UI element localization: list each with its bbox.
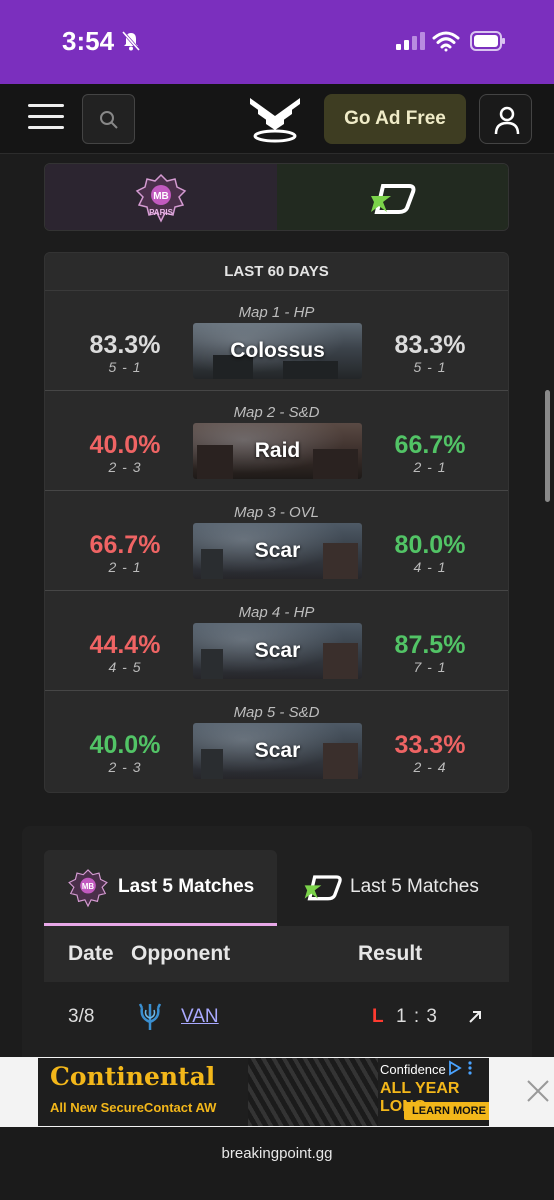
ad-confidence: Confidence	[380, 1062, 446, 1077]
mb-paris-team-logo: MB PARIS	[135, 173, 187, 223]
left-record: 2 - 3	[108, 459, 142, 475]
account-button[interactable]	[479, 94, 532, 144]
tab-label: Last 5 Matches	[118, 876, 255, 897]
map-name: Scar	[254, 739, 301, 762]
col-opponent: Opponent	[131, 942, 231, 965]
status-time: 3:54	[62, 26, 115, 56]
svg-text:MB: MB	[82, 882, 95, 891]
menu-icon[interactable]	[28, 104, 64, 132]
left-win-pct: 83.3%	[89, 331, 161, 359]
open-arrow-icon[interactable]	[468, 1010, 482, 1024]
url-text: breakingpoint.gg	[221, 1145, 333, 1162]
mb-paris-team-logo: MB	[68, 869, 108, 908]
breakingpoint-logo[interactable]	[246, 94, 304, 144]
map-slot-label: Map 4 - HP	[238, 604, 315, 621]
optic-team-logo	[304, 875, 342, 901]
team-right-tab[interactable]	[277, 164, 508, 230]
map-row: Map 3 - OVL 66.7% 2 - 1 Scar 80.0% 4 - 1	[45, 491, 508, 591]
tab-right-last-matches[interactable]: Last 5 Matches	[277, 850, 509, 926]
right-win-pct: 66.7%	[394, 431, 466, 459]
map-thumbnail: Scar	[193, 523, 362, 579]
go-ad-free-button[interactable]: Go Ad Free	[324, 94, 466, 144]
optic-team-logo	[371, 184, 416, 214]
right-record: 7 - 1	[413, 659, 447, 675]
map-name: Raid	[254, 439, 301, 462]
ad-close-icon[interactable]	[523, 1076, 553, 1106]
left-record: 2 - 3	[108, 759, 142, 775]
right-win-pct: 80.0%	[394, 531, 466, 559]
tire-image	[248, 1058, 378, 1126]
left-win-pct: 40.0%	[89, 431, 161, 459]
map-name: Scar	[254, 539, 301, 562]
left-record: 5 - 1	[108, 359, 142, 375]
map-row: Map 2 - S&D 40.0% 2 - 3 Raid 66.7% 2 - 1	[45, 391, 508, 491]
map-thumbnail: Colossus	[193, 323, 362, 379]
panel-title: LAST 60 DAYS	[45, 253, 508, 291]
status-bar: 3:54	[0, 0, 554, 84]
tab-left-last-matches[interactable]: MB Last 5 Matches	[44, 850, 277, 926]
team-left-tab[interactable]: MB PARIS	[45, 164, 277, 230]
matches-table-header: Date Opponent Result	[44, 926, 509, 982]
cellular-signal-icon	[396, 32, 425, 50]
left-win-pct: 44.4%	[89, 631, 161, 659]
bell-muted-icon	[121, 31, 141, 51]
ad-banner[interactable]: Continental All New SecureContact AW Con…	[38, 1058, 489, 1126]
page-scrollbar[interactable]	[545, 390, 550, 502]
map-name: Scar	[254, 639, 301, 662]
map-row: Map 4 - HP 44.4% 4 - 5 Scar 87.5% 7 - 1	[45, 591, 508, 691]
map-slot-label: Map 5 - S&D	[233, 704, 320, 721]
right-win-pct: 83.3%	[394, 331, 466, 359]
left-record: 2 - 1	[108, 559, 142, 575]
map-row: Map 5 - S&D 40.0% 2 - 3 Scar 33.3% 2 - 4	[45, 691, 508, 791]
browser-url-bar[interactable]: breakingpoint.gg	[0, 1127, 554, 1200]
team-header: MB PARIS	[44, 163, 509, 231]
left-win-pct: 66.7%	[89, 531, 161, 559]
table-row: 3/8 VAN L 1 : 3	[44, 990, 509, 1046]
map-thumbnail: Scar	[193, 623, 362, 679]
page: 3:54 Go Ad Free MB PARIS LAST 60 DAYS Ma…	[0, 0, 554, 1200]
user-icon	[494, 106, 520, 135]
matches-tabs: MB Last 5 Matches Last 5 Matches	[44, 850, 509, 926]
ad-subline: All New SecureContact AW	[50, 1100, 217, 1115]
right-record: 5 - 1	[413, 359, 447, 375]
vancouver-team-logo	[138, 1003, 162, 1030]
right-win-pct: 87.5%	[394, 631, 466, 659]
left-win-pct: 40.0%	[89, 731, 161, 759]
right-record: 2 - 4	[413, 759, 447, 775]
map-thumbnail: Raid	[193, 423, 362, 479]
ad-brand: Continental	[50, 1062, 216, 1091]
ad-learn-more-button[interactable]: LEARN MORE	[404, 1102, 489, 1120]
right-record: 2 - 1	[413, 459, 447, 475]
map-slot-label: Map 2 - S&D	[233, 404, 320, 421]
right-record: 4 - 1	[413, 559, 447, 575]
map-row: Map 1 - HP 83.3% 5 - 1 Colossus 83.3% 5 …	[45, 291, 508, 391]
col-date: Date	[68, 942, 114, 965]
match-outcome: L	[372, 1006, 384, 1027]
opponent-link[interactable]: VAN	[181, 1006, 219, 1028]
match-date: 3/8	[68, 1006, 95, 1027]
map-slot-label: Map 1 - HP	[238, 304, 315, 321]
search-button[interactable]	[82, 94, 135, 144]
tab-label: Last 5 Matches	[350, 876, 479, 897]
right-win-pct: 33.3%	[394, 731, 466, 759]
map-slot-label: Map 3 - OVL	[233, 504, 320, 521]
map-name: Colossus	[230, 339, 325, 362]
battery-icon	[470, 31, 505, 51]
search-icon	[100, 111, 118, 129]
map-thumbnail: Scar	[193, 723, 362, 779]
top-nav: Go Ad Free	[0, 84, 554, 154]
match-score: 1 : 3	[396, 1006, 438, 1027]
adchoices-icon[interactable]	[448, 1060, 476, 1076]
map-stats-panel: LAST 60 DAYS Map 1 - HP 83.3% 5 - 1 Colo…	[44, 252, 509, 793]
col-result: Result	[358, 942, 423, 965]
left-record: 4 - 5	[108, 659, 142, 675]
svg-text:PARIS: PARIS	[149, 208, 174, 217]
svg-text:MB: MB	[153, 191, 169, 202]
wifi-icon	[432, 31, 460, 52]
